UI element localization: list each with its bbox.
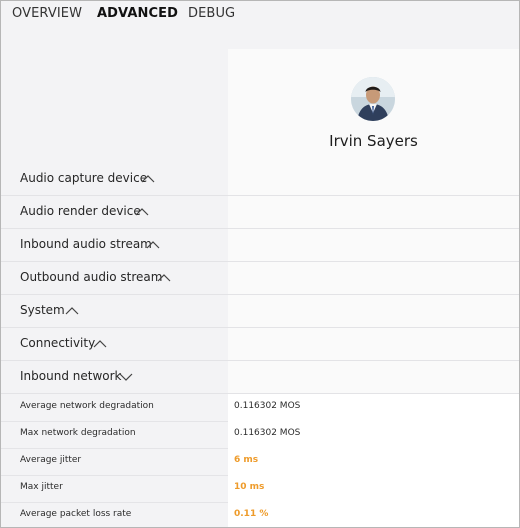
- section-label: Audio render device: [20, 204, 141, 218]
- metric-value: 0.116302 MOS: [234, 401, 301, 411]
- section-inbound-audio-stream[interactable]: Inbound audio stream: [1, 228, 519, 262]
- section-label: Connectivity: [20, 336, 96, 350]
- metric-row-average-jitter: Average jitter 6 ms: [1, 448, 519, 476]
- metric-row-max-jitter: Max jitter 10 ms: [1, 475, 519, 503]
- section-inbound-network[interactable]: Inbound network: [1, 360, 519, 394]
- chevron-up-icon[interactable]: [141, 174, 155, 183]
- participant-name: Irvin Sayers: [329, 132, 418, 150]
- metric-label: Average packet loss rate: [20, 509, 132, 519]
- chevron-up-icon[interactable]: [146, 240, 160, 249]
- section-system[interactable]: System: [1, 294, 519, 328]
- metric-label: Max jitter: [20, 482, 63, 492]
- section-label: Inbound network: [20, 369, 122, 383]
- section-connectivity[interactable]: Connectivity: [1, 327, 519, 361]
- avatar: [351, 77, 395, 121]
- section-outbound-audio-stream[interactable]: Outbound audio stream: [1, 261, 519, 295]
- metric-row-average-packet-loss-rate: Average packet loss rate 0.11 %: [1, 502, 519, 527]
- metric-value: 0.116302 MOS: [234, 428, 301, 438]
- tab-overview[interactable]: OVERVIEW: [12, 6, 82, 21]
- metric-row-average-network-degradation: Average network degradation 0.116302 MOS: [1, 394, 519, 422]
- section-label: Audio capture device: [20, 171, 148, 185]
- metric-value-warning: 10 ms: [234, 482, 265, 492]
- chevron-up-icon[interactable]: [157, 273, 171, 282]
- metric-label: Max network degradation: [20, 428, 136, 438]
- metric-label: Average jitter: [20, 455, 82, 465]
- tab-debug[interactable]: DEBUG: [188, 6, 235, 21]
- tab-advanced[interactable]: ADVANCED: [97, 6, 178, 21]
- person-photo-icon: [351, 77, 395, 121]
- metric-value-warning: 0.11 %: [234, 509, 269, 519]
- chevron-down-icon[interactable]: [119, 372, 133, 381]
- metric-label: Average network degradation: [20, 401, 154, 411]
- metric-value-warning: 6 ms: [234, 455, 259, 465]
- chevron-up-icon[interactable]: [93, 339, 107, 348]
- metric-row-max-network-degradation: Max network degradation 0.116302 MOS: [1, 421, 519, 449]
- section-label: Inbound audio stream: [20, 237, 152, 251]
- section-label: Outbound audio stream: [20, 270, 163, 284]
- chevron-up-icon[interactable]: [65, 306, 79, 315]
- section-label: System: [20, 303, 65, 317]
- section-audio-capture-device[interactable]: Audio capture device: [1, 162, 519, 196]
- tab-bar: OVERVIEW ADVANCED DEBUG: [1, 1, 519, 29]
- call-analytics-panel: OVERVIEW ADVANCED DEBUG Irvin Sayers Aud…: [0, 0, 520, 528]
- section-audio-render-device[interactable]: Audio render device: [1, 195, 519, 229]
- chevron-up-icon[interactable]: [135, 207, 149, 216]
